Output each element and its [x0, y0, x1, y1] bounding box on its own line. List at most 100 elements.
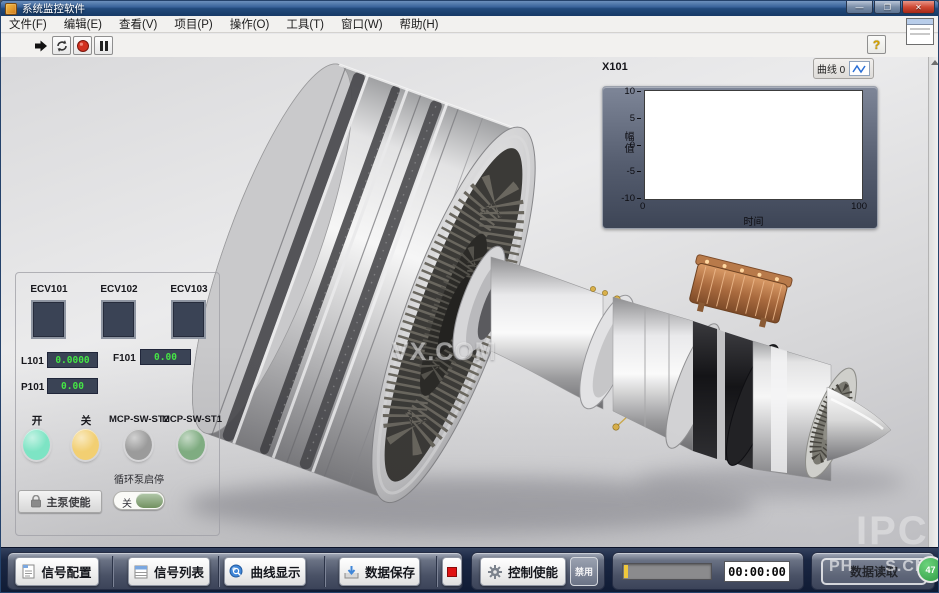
- green-badge: 47: [917, 556, 939, 583]
- data-read-button[interactable]: 数据读取: [821, 558, 927, 585]
- curve-display-button[interactable]: 曲线显示: [224, 557, 306, 586]
- magnifier-icon: [229, 564, 244, 579]
- run-continuous-button[interactable]: [52, 36, 71, 55]
- lv-toolbar: [1, 34, 938, 58]
- bottom-toolbar: 信号配置 信号列表 曲线显示 数据保存: [1, 547, 939, 593]
- run-icon: [34, 39, 48, 53]
- y-axis-label: 幅值: [620, 131, 635, 155]
- waveform-chart-panel: 10 5 0 -5 -10 幅值 0 100 时间: [602, 86, 878, 229]
- mcp-sw-st1-button[interactable]: [178, 429, 205, 460]
- vi-icon-header: [907, 19, 933, 25]
- close-button[interactable]: ✕: [902, 1, 935, 14]
- ecv101-indicator: [31, 300, 66, 339]
- control-enable-label: 控制使能: [508, 562, 558, 581]
- pause-icon: [98, 40, 110, 52]
- chart-legend[interactable]: 曲线 0: [813, 58, 874, 79]
- pump-toggle-switch[interactable]: 关: [113, 491, 165, 510]
- vi-icon[interactable]: [906, 18, 934, 45]
- signal-config-label: 信号配置: [41, 562, 91, 581]
- y-tick: -10: [621, 194, 641, 203]
- y-tick: 5: [630, 114, 641, 123]
- menu-tools[interactable]: 工具(T): [286, 16, 324, 32]
- menu-file[interactable]: 文件(F): [9, 16, 47, 32]
- data-save-button[interactable]: 数据保存: [339, 557, 420, 586]
- app-icon: [5, 3, 17, 15]
- x-axis-label: 时间: [644, 213, 863, 228]
- close-button-label: 关: [72, 413, 100, 428]
- signal-list-button[interactable]: 信号列表: [128, 557, 210, 586]
- pause-button[interactable]: [94, 36, 113, 55]
- y-tick: -5: [627, 167, 641, 176]
- toolbar-divider: [436, 556, 437, 587]
- progress-fill: [624, 565, 628, 578]
- minimize-button[interactable]: —: [846, 1, 873, 14]
- f101-display: 0.00: [140, 349, 191, 365]
- abort-button[interactable]: [73, 36, 92, 55]
- ecv103-label: ECV103: [167, 284, 211, 295]
- toolbar-divider: [112, 556, 113, 587]
- l101-value: 0.0000: [55, 355, 89, 366]
- control-enable-group: 控制使能 禁用: [471, 552, 605, 590]
- menubar: 文件(F) 编辑(E) 查看(V) 项目(P) 操作(O) 工具(T) 窗口(W…: [1, 16, 938, 33]
- stop-button[interactable]: [442, 557, 462, 586]
- signal-config-button[interactable]: 信号配置: [15, 557, 99, 586]
- data-save-label: 数据保存: [365, 562, 415, 581]
- open-button[interactable]: [23, 429, 50, 460]
- p101-label: P101: [21, 382, 44, 393]
- window-title: 系统监控软件: [22, 1, 85, 16]
- menu-operate[interactable]: 操作(O): [230, 16, 270, 32]
- disable-button[interactable]: 禁用: [570, 557, 598, 586]
- progress-group: 00:00:00: [612, 552, 804, 590]
- ecv101-label: ECV101: [27, 284, 71, 295]
- document-icon: [22, 564, 35, 579]
- menu-edit[interactable]: 编辑(E): [64, 16, 102, 32]
- chart-title: X101: [602, 61, 628, 73]
- lock-icon: [30, 495, 42, 508]
- data-read-label: 数据读取: [850, 563, 898, 580]
- l101-display: 0.0000: [47, 352, 98, 368]
- menu-view[interactable]: 查看(V): [119, 16, 157, 32]
- vi-icon-line: [910, 33, 930, 35]
- f101-label: F101: [113, 353, 136, 364]
- stop-square-icon: [447, 567, 457, 577]
- help-button[interactable]: ?: [867, 35, 886, 54]
- disable-label: 禁用: [575, 565, 593, 578]
- curve-display-label: 曲线显示: [250, 562, 300, 581]
- main-pump-enable-label: 主泵使能: [47, 494, 91, 510]
- mcp-sw-st2-button[interactable]: [125, 429, 152, 460]
- timer-value: 00:00:00: [728, 565, 786, 579]
- p101-value: 0.00: [61, 381, 84, 392]
- control-enable-button[interactable]: 控制使能: [480, 557, 566, 586]
- app-window: 系统监控软件 — ❐ ✕ 文件(F) 编辑(E) 查看(V) 项目(P) 操作(…: [0, 0, 939, 593]
- ecv102-label: ECV102: [97, 284, 141, 295]
- toolbar-divider: [218, 556, 219, 587]
- vertical-scrollbar[interactable]: [928, 57, 939, 547]
- menu-help[interactable]: 帮助(H): [400, 16, 439, 32]
- x-axis-ticks: 0 100: [640, 201, 867, 212]
- close-button-round[interactable]: [72, 429, 99, 460]
- elapsed-timer: 00:00:00: [724, 561, 790, 582]
- x-tick: 0: [640, 201, 645, 212]
- waveform-icon: [852, 64, 867, 74]
- l101-label: L101: [21, 356, 44, 367]
- menu-window[interactable]: 窗口(W): [341, 16, 383, 32]
- menu-project[interactable]: 项目(P): [174, 16, 212, 32]
- pump-toggle-state: 关: [122, 495, 132, 510]
- mcp-sw-st1-label: MCP-SW-ST1: [158, 414, 226, 425]
- titlebar: 系统监控软件 — ❐ ✕: [1, 1, 938, 16]
- vi-icon-line: [910, 28, 930, 30]
- save-icon: [344, 565, 359, 579]
- maximize-button[interactable]: ❐: [874, 1, 901, 14]
- toolbar-divider: [324, 556, 325, 587]
- abort-icon: [76, 39, 90, 53]
- gear-icon: [488, 565, 502, 579]
- ecv103-indicator: [171, 300, 206, 339]
- f101-value: 0.00: [154, 352, 177, 363]
- y-tick: 10: [624, 87, 641, 96]
- nav-button-group: 信号配置 信号列表 曲线显示 数据保存: [7, 552, 463, 590]
- badge-value: 47: [925, 565, 935, 575]
- pump-toggle-label: 循环泵启停: [104, 471, 174, 486]
- x-tick: 100: [851, 201, 867, 212]
- run-button[interactable]: [31, 36, 50, 55]
- main-pump-enable-button[interactable]: 主泵使能: [18, 490, 102, 513]
